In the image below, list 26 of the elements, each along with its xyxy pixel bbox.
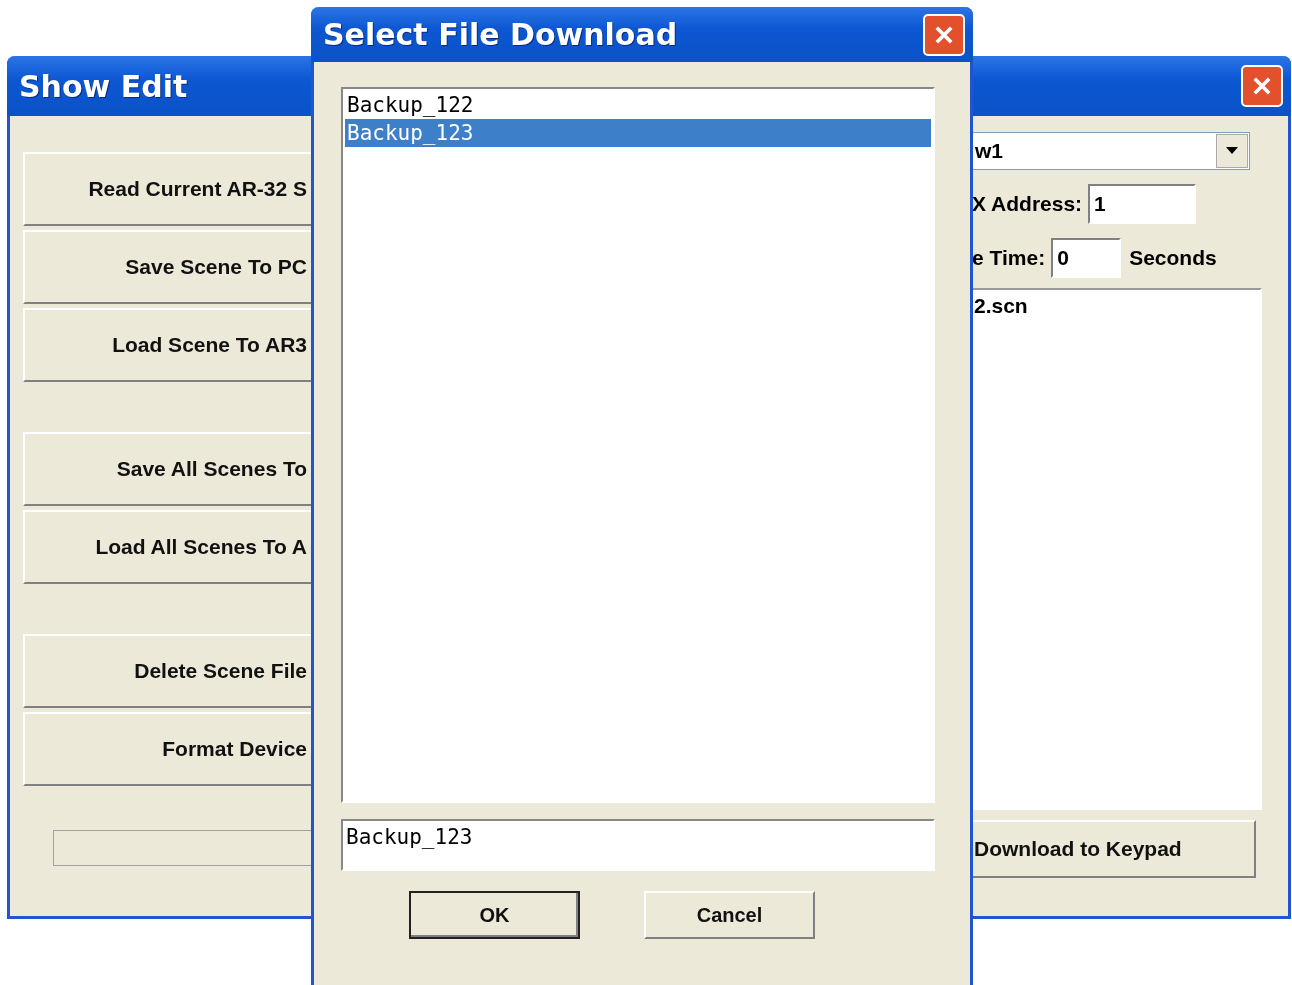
time-field[interactable]: 0 — [1051, 238, 1122, 278]
dialog-button[interactable]: Cancel — [644, 891, 815, 939]
action-button[interactable]: Delete Scene File — [23, 634, 311, 708]
dialog-button[interactable]: OK — [409, 891, 580, 939]
action-button[interactable]: Read Current AR-32 S — [23, 152, 311, 226]
caret-icon — [1226, 147, 1238, 155]
download-button[interactable]: Download to Keypad — [972, 820, 1256, 878]
action-button[interactable]: Format Device — [23, 712, 311, 786]
action-button[interactable]: Load Scene To AR3 — [23, 308, 311, 382]
file-list-item[interactable]: Backup_122 — [345, 91, 931, 119]
dialog-title: Select File Download — [323, 17, 678, 52]
file-name-field[interactable]: Backup_123 — [341, 819, 935, 871]
file-list-item[interactable]: Backup_123 — [345, 119, 931, 147]
dropdown-arrow-button[interactable] — [1216, 134, 1248, 168]
address-label: X Address: — [972, 192, 1083, 216]
close-button[interactable] — [923, 13, 965, 56]
action-button[interactable]: Save Scene To PC — [23, 230, 311, 304]
action-button[interactable]: Load All Scenes To A — [23, 510, 311, 584]
time-label: e Time: — [972, 246, 1046, 270]
action-button[interactable]: Save All Scenes To — [23, 432, 311, 506]
file-list-item[interactable]: 2.scn — [974, 290, 1260, 318]
address-field[interactable]: 1 — [1088, 184, 1197, 224]
window-title: Show Edit — [19, 68, 188, 104]
close-button[interactable] — [1241, 65, 1283, 107]
seconds-label: Seconds — [1129, 246, 1217, 270]
dropdown[interactable]: w1 — [972, 132, 1250, 170]
